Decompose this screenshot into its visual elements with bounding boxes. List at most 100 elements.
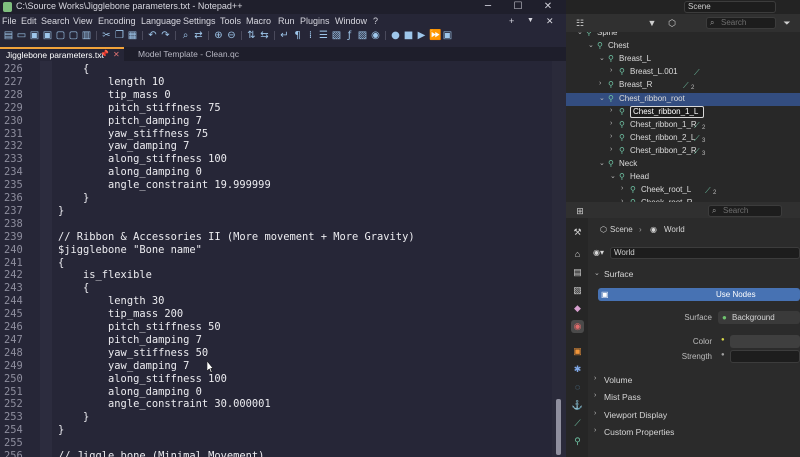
new-tab-button[interactable]: + [509, 16, 514, 26]
code-line[interactable]: yaw_damping 7 [58, 360, 189, 372]
use-nodes-button[interactable]: ▣ Use Nodes [598, 288, 800, 301]
rename-input[interactable]: Chest_ribbon_1_L [630, 105, 704, 118]
code-line[interactable]: pitch_stiffness 75 [58, 102, 221, 114]
text-editor[interactable]: 226 227 228 229 230 231 232 233 234 235 236 237 238 2… [0, 61, 566, 457]
code-line[interactable]: { [58, 282, 89, 294]
chevron-right-icon[interactable]: › [621, 185, 623, 192]
color-swatch[interactable] [730, 335, 800, 348]
code-line[interactable]: yaw_damping 7 [58, 140, 189, 152]
tool-tab-icon[interactable]: ⚒ [571, 226, 584, 239]
function-list-icon[interactable]: ƒ [344, 30, 355, 41]
chevron-right-icon[interactable]: › [610, 120, 612, 127]
chevron-down-icon[interactable]: ⌄ [599, 94, 605, 102]
code-line[interactable]: } [58, 205, 64, 217]
code-line[interactable]: pitch_damping 7 [58, 334, 202, 346]
outliner-row[interactable]: › ⚲ Chest_ribbon_1_R ⟋ 2 [566, 119, 800, 132]
menu-edit[interactable]: Edit [21, 16, 37, 26]
tab-list-dropdown[interactable]: ▼ [527, 17, 534, 24]
pin-icon[interactable]: 📌 [100, 50, 109, 58]
chevron-down-icon[interactable]: ⌄ [599, 159, 605, 167]
view-layer-tab-icon[interactable]: ▧ [571, 284, 584, 297]
code-area[interactable]: { length 10 tip_mass 0 pitch_stiffness 7… [52, 61, 552, 457]
code-line[interactable]: along_stiffness 100 [58, 153, 227, 165]
save-all-icon[interactable]: ▣ [42, 30, 53, 41]
sync-horizontal-icon[interactable]: ⇆ [259, 30, 270, 41]
chevron-right-icon[interactable]: › [599, 80, 601, 87]
outliner-row[interactable]: ⌄ ⚲ Chest_ribbon_root [566, 92, 800, 106]
redo-icon[interactable]: ↷ [160, 30, 171, 41]
outliner-row[interactable]: › ⚲ Chest_ribbon_2_L ⟋ 3 [566, 132, 800, 145]
menu-macro[interactable]: Macro [246, 16, 271, 26]
outliner-row[interactable]: ⌄ ⚲ Head [566, 171, 800, 184]
code-line[interactable]: length 30 [58, 295, 164, 307]
play-macro-icon[interactable]: ▶ [416, 30, 427, 41]
strength-field[interactable] [730, 350, 800, 363]
chevron-right-icon[interactable]: › [610, 107, 612, 114]
tab-jigglebone-parameters[interactable]: Jigglebone parameters.txt 📌 ✕ [0, 47, 124, 61]
outliner-row[interactable]: ⌄ ⚲ Neck [566, 158, 800, 171]
physics-tab-icon[interactable]: ◌ [571, 381, 584, 394]
menu-help[interactable]: ? [373, 16, 378, 26]
code-line[interactable]: // Jiggle bone (Minimal Movement) [58, 450, 264, 457]
modifier-tab-icon[interactable]: ✱ [571, 363, 584, 376]
code-line[interactable]: yaw_stiffness 50 [58, 347, 208, 359]
code-line[interactable]: pitch_damping 7 [58, 115, 202, 127]
close-button[interactable]: ✕ [538, 0, 558, 14]
outliner-row[interactable]: › ⚲ Breast_R ⟋ 2 [566, 79, 800, 92]
run-macro-multiple-icon[interactable]: ⏩ [429, 30, 441, 41]
surface-panel-header[interactable]: ⌄ Surface [594, 268, 800, 282]
world-tab-icon[interactable]: ◉ [571, 320, 584, 333]
code-line[interactable]: } [58, 424, 64, 436]
code-line[interactable]: along_stiffness 100 [58, 373, 227, 385]
chevron-down-icon[interactable]: ⌄ [577, 32, 583, 36]
outliner-search-input[interactable]: ⌕ Search [706, 17, 776, 29]
world-datablock-field[interactable]: World [610, 247, 800, 259]
outliner-row[interactable]: ⌄ ⚲ Chest [566, 40, 800, 53]
menu-encoding[interactable]: Encoding [98, 16, 136, 26]
menu-run[interactable]: Run [278, 16, 295, 26]
code-line[interactable]: // Ribbon & Accessories II (More movemen… [58, 231, 415, 243]
code-line[interactable]: { [58, 63, 89, 75]
tab-model-template[interactable]: Model Template - Clean.qc [124, 47, 254, 61]
menu-window[interactable]: Window [335, 16, 367, 26]
open-file-icon[interactable]: ▭ [16, 30, 27, 41]
code-line[interactable]: along_damping 0 [58, 166, 202, 178]
code-line[interactable]: { [58, 257, 64, 269]
chevron-down-icon[interactable]: ⌄ [599, 54, 605, 62]
outliner-row[interactable]: ⌄ ⚲ Breast_L [566, 53, 800, 66]
menu-view[interactable]: View [73, 16, 92, 26]
outliner-row[interactable]: › ⚲ Breast_L.001 ⟋ [566, 66, 800, 79]
save-macro-icon[interactable]: ▣ [442, 30, 453, 41]
copy-icon[interactable]: ❐ [114, 30, 125, 41]
mist-pass-panel-header[interactable]: › Mist Pass [594, 391, 800, 405]
properties-editor-icon[interactable]: ⊞ [574, 205, 586, 217]
new-file-icon[interactable]: ▤ [3, 30, 14, 41]
stop-macro-icon[interactable]: ■ [403, 30, 414, 41]
outliner-filter-icon[interactable]: ⏷ [781, 17, 793, 29]
menu-search[interactable]: Search [41, 16, 70, 26]
cut-icon[interactable]: ✂ [101, 30, 112, 41]
tab-close-icon[interactable]: ✕ [113, 50, 120, 59]
replace-icon[interactable]: ⇄ [193, 30, 204, 41]
scene-field[interactable]: Scene [684, 1, 776, 13]
constraints-tab-icon[interactable]: ⚓ [571, 399, 584, 412]
chevron-down-icon[interactable]: ⌄ [588, 41, 594, 49]
vertical-scrollbar[interactable] [552, 61, 566, 457]
word-wrap-icon[interactable]: ↵ [279, 30, 290, 41]
outliner-tree[interactable]: ⌄ ⚲ Spine ⌄ ⚲ Chest ⌄ ⚲ Breast_L › ⚲ Breast_L.001 ⟋ ›… [566, 32, 800, 202]
close-file-icon[interactable]: ▢ [55, 30, 66, 41]
code-line[interactable]: } [58, 411, 89, 423]
fold-margin[interactable] [40, 61, 52, 457]
chevron-right-icon[interactable]: › [610, 67, 612, 74]
code-line[interactable]: tip_mass 0 [58, 89, 171, 101]
document-map-icon[interactable]: ▧ [331, 30, 342, 41]
close-all-icon[interactable]: ▢ [68, 30, 79, 41]
chevron-right-icon[interactable]: › [610, 133, 612, 140]
monitoring-icon[interactable]: ◉ [370, 30, 381, 41]
find-icon[interactable]: ⌕ [180, 30, 191, 41]
viewport-display-panel-header[interactable]: › Viewport Display [594, 409, 800, 423]
volume-panel-header[interactable]: › Volume [594, 374, 800, 388]
close-document-button[interactable]: ✕ [546, 16, 554, 27]
minimize-button[interactable]: ─ [478, 0, 498, 14]
show-all-characters-icon[interactable]: ¶ [292, 30, 303, 41]
